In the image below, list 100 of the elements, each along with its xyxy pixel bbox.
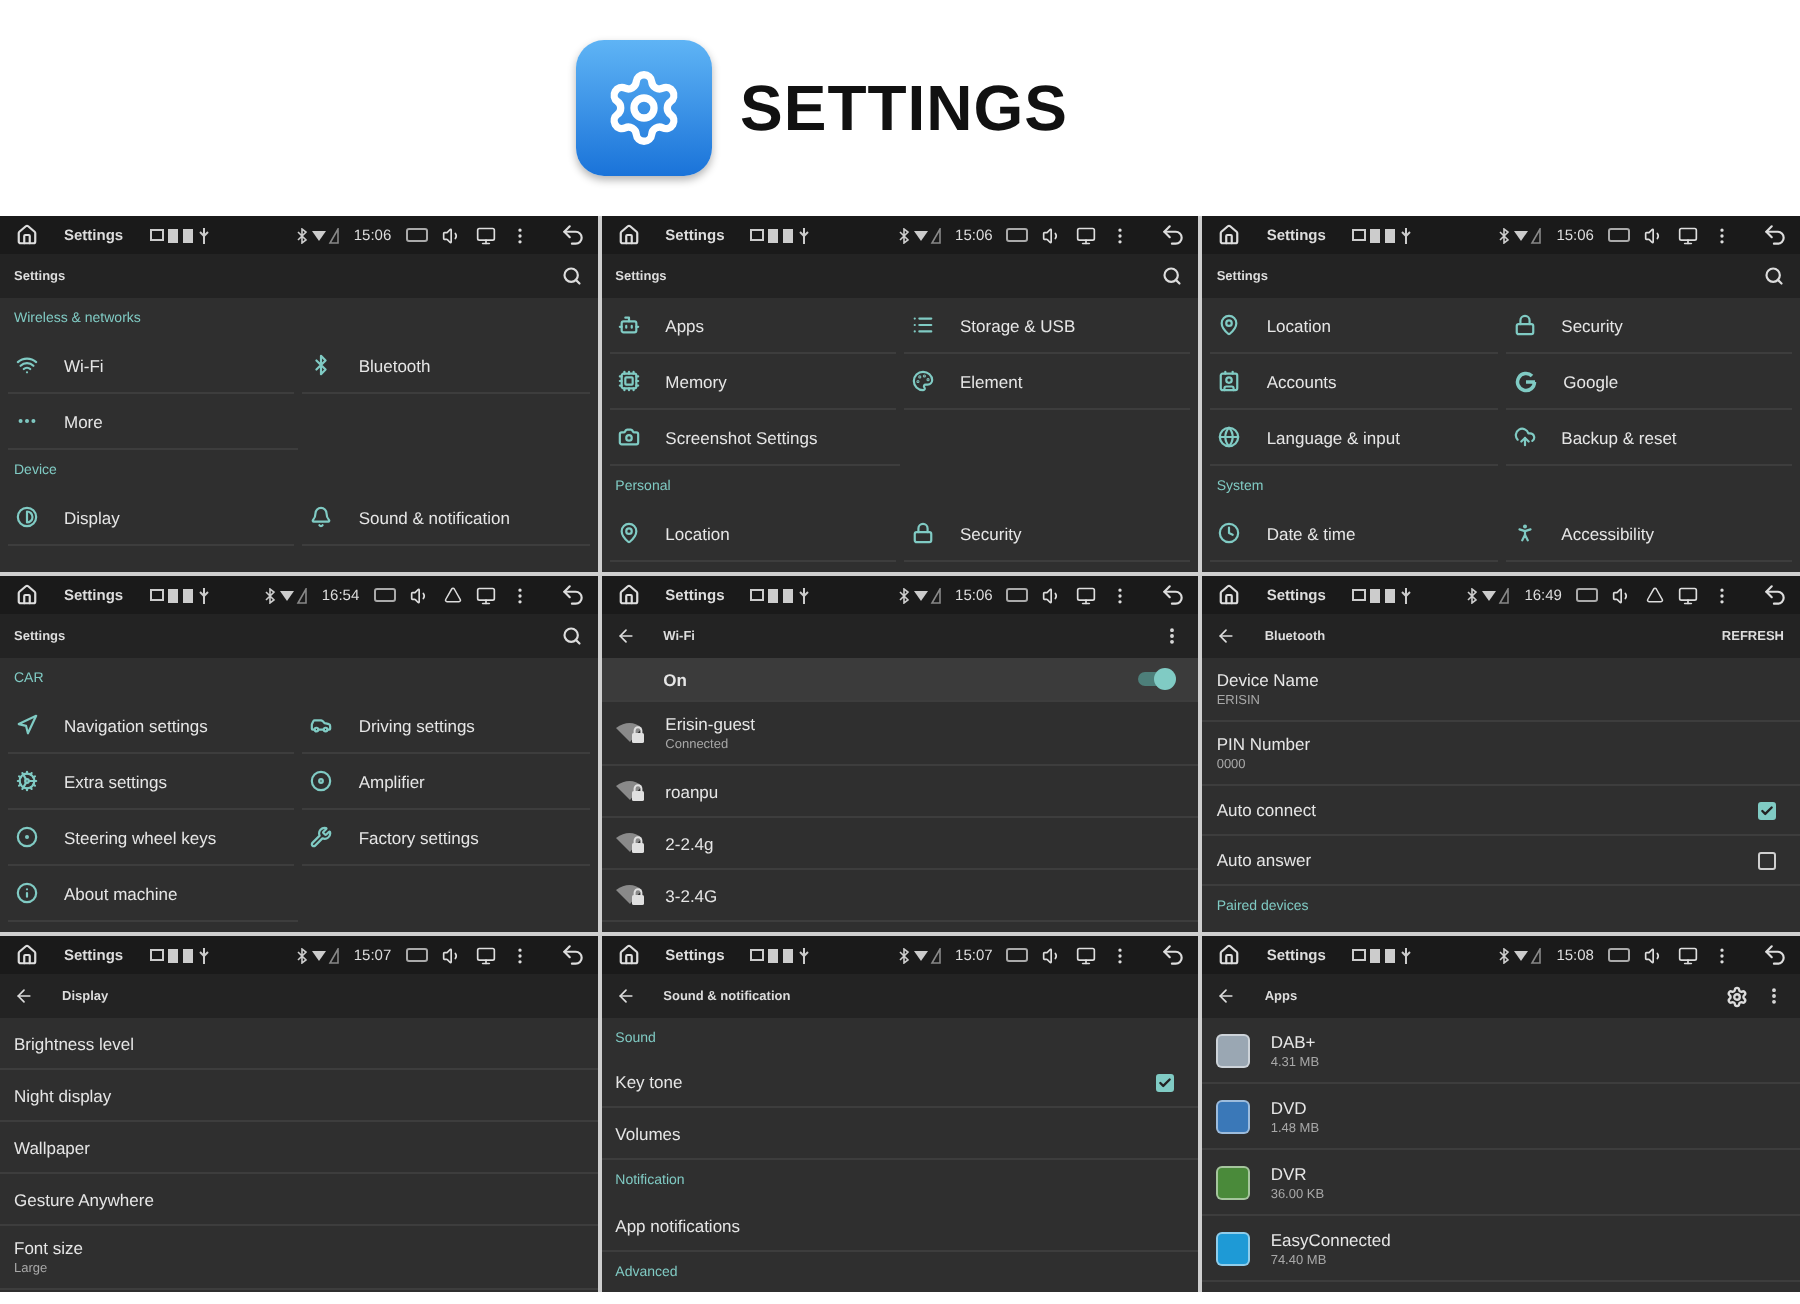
setting-item[interactable]: Wi-Fi <box>8 338 295 394</box>
setting-item[interactable]: Date & time <box>1210 506 1498 562</box>
app-icon <box>1216 1165 1251 1199</box>
back-arrow-icon[interactable] <box>14 986 34 1006</box>
screen-icon[interactable] <box>475 945 496 965</box>
screen-icon[interactable] <box>1076 225 1097 245</box>
setting-item[interactable]: Auto answer <box>1202 836 1800 886</box>
setting-item[interactable]: Amplifier <box>302 754 590 810</box>
car-icon <box>310 714 333 736</box>
settings-icon[interactable] <box>1725 985 1748 1007</box>
setting-item[interactable]: Driving settings <box>302 698 590 754</box>
setting-item[interactable]: Apps <box>609 298 896 354</box>
setting-item[interactable]: Auto connect <box>1202 786 1800 836</box>
checkbox[interactable] <box>1757 851 1776 869</box>
setting-item[interactable]: About machine <box>8 866 299 922</box>
search-icon[interactable] <box>561 266 582 286</box>
back-icon[interactable] <box>1160 942 1187 968</box>
back-arrow-icon[interactable] <box>1216 626 1237 646</box>
screen-icon[interactable] <box>1076 945 1097 965</box>
volume-icon[interactable] <box>409 585 430 605</box>
home-icon[interactable] <box>1218 944 1241 966</box>
back-icon[interactable] <box>559 942 586 968</box>
setting-item[interactable]: App notifications <box>601 1200 1199 1252</box>
screen-icon[interactable] <box>1677 945 1698 965</box>
setting-item[interactable]: Gesture Anywhere <box>0 1174 598 1226</box>
volume-icon[interactable] <box>1643 225 1664 245</box>
setting-item[interactable]: Volumes <box>601 1108 1199 1160</box>
setting-item[interactable]: Location <box>1210 298 1498 354</box>
setting-item[interactable]: Security <box>1505 298 1792 354</box>
search-icon[interactable] <box>1162 266 1183 286</box>
setting-item[interactable]: Night display <box>0 1070 598 1122</box>
screen-icon[interactable] <box>475 225 496 245</box>
setting-item[interactable]: Language & input <box>1210 410 1498 466</box>
home-icon[interactable] <box>1218 224 1241 246</box>
setting-item[interactable]: Storage & USB <box>904 298 1191 354</box>
setting-item[interactable]: Accessibility <box>1505 506 1792 562</box>
search-icon[interactable] <box>561 626 582 646</box>
setting-item[interactable]: Display <box>8 490 295 546</box>
back-arrow-icon[interactable] <box>1216 986 1237 1006</box>
home-icon[interactable] <box>617 944 640 966</box>
bell-icon <box>310 506 333 528</box>
setting-item[interactable]: More <box>8 394 299 450</box>
setting-item[interactable]: Backup & reset <box>1505 410 1792 466</box>
back-arrow-icon[interactable] <box>615 986 636 1006</box>
home-icon[interactable] <box>16 944 38 966</box>
eject-icon[interactable] <box>1645 586 1664 604</box>
setting-item[interactable]: Bluetooth <box>302 338 590 394</box>
setting-item[interactable]: On <box>601 658 1199 702</box>
setting-item[interactable]: Brightness level <box>0 1018 598 1070</box>
cog-icon <box>16 770 38 792</box>
back-icon[interactable] <box>1761 942 1788 968</box>
setting-item[interactable]: Memory <box>609 354 896 410</box>
checkbox[interactable] <box>1156 1073 1175 1091</box>
setting-item[interactable]: Security <box>904 506 1191 562</box>
setting-item[interactable]: Screenshot Settings <box>609 410 900 466</box>
setting-item[interactable]: Navigation settings <box>8 698 295 754</box>
eject-icon[interactable] <box>443 586 462 604</box>
setting-item[interactable]: Extra settings <box>8 754 295 810</box>
volume-icon[interactable] <box>1042 585 1063 605</box>
home-icon[interactable] <box>16 224 38 246</box>
search-icon[interactable] <box>1763 266 1784 286</box>
back-icon[interactable] <box>1761 222 1788 248</box>
contact-icon <box>1218 370 1241 392</box>
back-icon[interactable] <box>559 582 586 608</box>
setting-item[interactable]: Factory settings <box>302 810 590 866</box>
home-icon[interactable] <box>617 584 640 606</box>
volume-icon[interactable] <box>1643 945 1664 965</box>
setting-item[interactable]: Key tone <box>601 1058 1199 1108</box>
screen-icon[interactable] <box>1076 585 1097 605</box>
network-item[interactable]: roanpu <box>601 766 1199 818</box>
back-icon[interactable] <box>559 222 586 248</box>
network-item[interactable]: 3-2.4G <box>601 870 1199 922</box>
volume-icon[interactable] <box>1042 945 1063 965</box>
home-icon[interactable] <box>16 584 38 606</box>
home-icon[interactable] <box>617 224 640 246</box>
back-arrow-icon[interactable] <box>615 626 636 646</box>
volume-icon[interactable] <box>1042 225 1063 245</box>
app-name: DVD <box>1270 1097 1309 1117</box>
banner-title: SETTINGS <box>740 71 1069 145</box>
setting-item[interactable]: Google <box>1505 354 1792 410</box>
setting-item[interactable]: Element <box>904 354 1191 410</box>
home-icon[interactable] <box>1218 584 1241 606</box>
setting-item[interactable]: Sound & notification <box>302 490 590 546</box>
back-icon[interactable] <box>1160 222 1187 248</box>
screen-icon[interactable] <box>475 585 496 605</box>
volume-icon[interactable] <box>441 225 462 245</box>
setting-item[interactable]: Wallpaper <box>0 1122 598 1174</box>
setting-item[interactable]: Accounts <box>1210 354 1498 410</box>
back-icon[interactable] <box>1761 582 1788 608</box>
screen-icon[interactable] <box>1677 585 1698 605</box>
volume-icon[interactable] <box>441 945 462 965</box>
network-item[interactable]: 2-2.4g <box>601 818 1199 870</box>
setting-item[interactable]: Steering wheel keys <box>8 810 295 866</box>
toggle-switch[interactable] <box>1138 672 1175 686</box>
app-icon <box>1216 1033 1251 1067</box>
back-icon[interactable] <box>1160 582 1187 608</box>
screen-icon[interactable] <box>1677 225 1698 245</box>
setting-item[interactable]: Location <box>609 506 896 562</box>
volume-icon[interactable] <box>1611 585 1632 605</box>
checkbox[interactable] <box>1757 801 1776 819</box>
